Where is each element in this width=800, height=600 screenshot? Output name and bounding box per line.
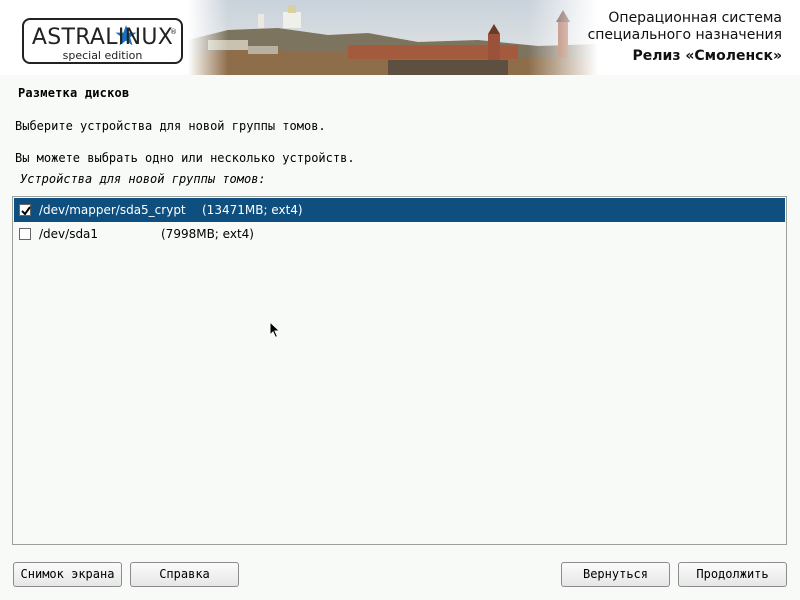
mouse-pointer-icon (269, 321, 281, 339)
screenshot-button[interactable]: Снимок экрана (13, 562, 122, 587)
astralinux-logo: ASTRALINUX ® special edition (22, 18, 183, 64)
device-checkbox[interactable] (19, 228, 31, 240)
device-row-sda1[interactable]: /dev/sda1 (7998MB; ext4) (14, 222, 785, 246)
back-button[interactable]: Вернуться (561, 562, 670, 587)
logo-subtitle: special edition (62, 49, 143, 62)
instruction-select-devices: Выберите устройства для новой группы том… (15, 119, 326, 133)
checkmark-icon (21, 206, 31, 216)
continue-button[interactable]: Продолжить (678, 562, 787, 587)
device-list-label: Устройства для новой группы томов: (20, 172, 266, 186)
release-title-block: Операционная система специального назнач… (588, 10, 782, 65)
device-path: /dev/mapper/sda5_crypt (39, 203, 186, 217)
device-list[interactable]: /dev/mapper/sda5_crypt (13471MB; ext4) /… (12, 196, 787, 545)
page-title: Разметка дисков (18, 86, 130, 100)
help-button[interactable]: Справка (130, 562, 239, 587)
device-info: (7998MB; ext4) (161, 227, 254, 241)
os-title-line1: Операционная система (608, 10, 782, 26)
release-name: Релиз «Смоленск» (632, 48, 782, 64)
device-row-sda5-crypt[interactable]: /dev/mapper/sda5_crypt (13471MB; ext4) (14, 198, 785, 222)
device-info: (13471MB; ext4) (202, 203, 303, 217)
header-banner: ASTRALINUX ® special edition Операционна… (0, 0, 800, 75)
instruction-multiple-devices: Вы можете выбрать одно или несколько уст… (15, 151, 355, 165)
smolensk-panorama-image (188, 0, 598, 75)
logo-main-text: ASTRALINUX (31, 25, 174, 50)
device-path: /dev/sda1 (39, 227, 99, 241)
logo-registered-mark: ® (170, 28, 177, 36)
device-checkbox[interactable] (19, 204, 31, 216)
os-title-line2: специального назначения (587, 27, 782, 43)
